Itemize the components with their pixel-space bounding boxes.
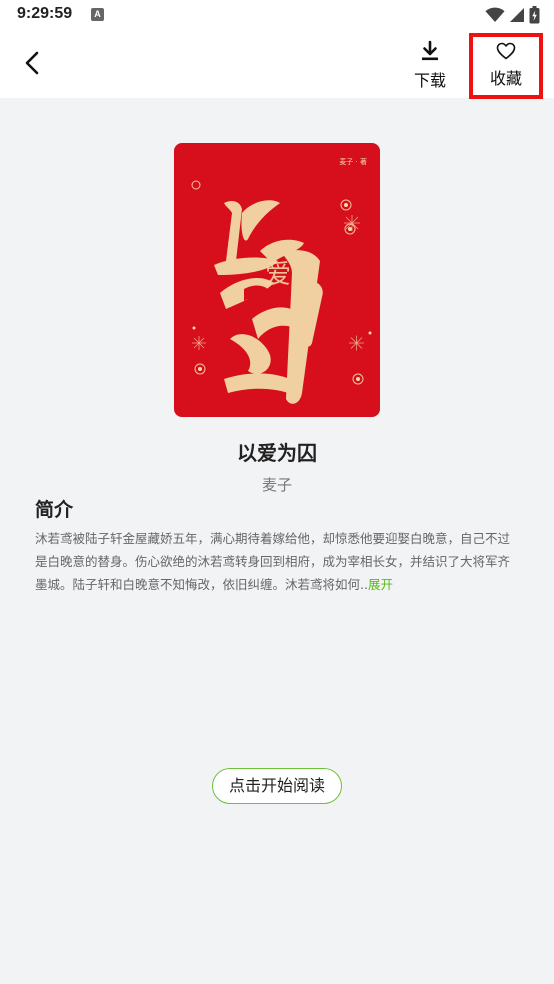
intro-text: 沐若鸢被陆子轩金屋藏娇五年，满心期待着嫁给他，却惊悉他要迎娶白晚意，自己不过是白… [35,527,515,596]
cover-art: 爱 [191,180,372,404]
status-time: 9:29:59 [17,5,73,22]
heart-outline-icon [496,42,516,60]
top-bar: 下载 收藏 [0,30,554,99]
back-button[interactable] [18,48,48,78]
expand-link[interactable]: 展开 [368,577,393,592]
download-button[interactable]: 下载 [404,40,456,92]
favorite-label: 收藏 [489,69,522,88]
battery-icon [529,6,540,24]
status-bar: 9:29:59 A [0,0,554,30]
app-notification-icon: A [91,8,104,21]
book-title: 以爱为囚 [237,441,317,465]
start-reading-button[interactable]: 点击开始阅读 [212,768,342,804]
intro-heading: 简介 [35,499,74,521]
intro-body: 沐若鸢被陆子轩金屋藏娇五年，满心期待着嫁给他，却惊悉他要迎娶白晚意，自己不过是白… [35,531,511,592]
book-cover[interactable]: 麦子 · 著 爱 [174,143,380,417]
svg-text:爱: 爱 [265,260,291,290]
download-icon [422,40,438,61]
book-author[interactable]: 麦子 [0,474,554,495]
favorite-button[interactable]: 收藏 [469,33,543,99]
download-label: 下载 [413,71,446,90]
wifi-icon [485,7,505,22]
chevron-left-icon [25,51,39,75]
signal-icon [510,8,524,22]
status-icons [485,5,540,25]
